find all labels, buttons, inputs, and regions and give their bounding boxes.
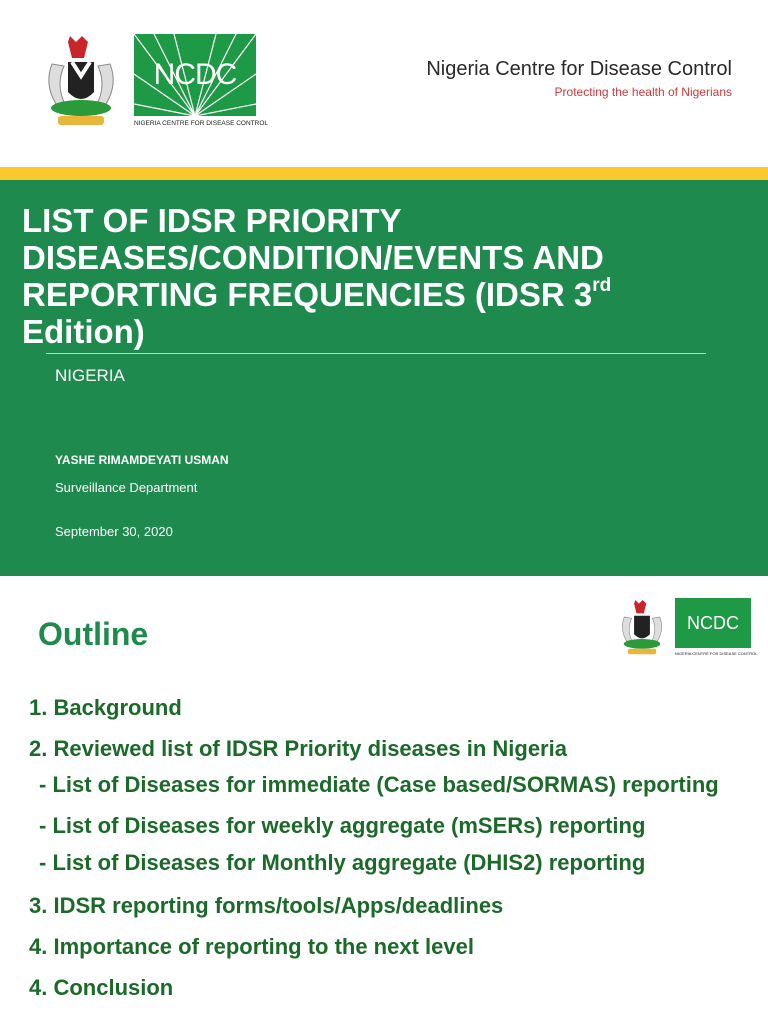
org-tagline: Protecting the health of Nigerians bbox=[554, 85, 732, 99]
org-header: Nigeria Centre for Disease Control Prote… bbox=[426, 58, 732, 99]
list-item: 1. Background bbox=[29, 695, 182, 720]
list-item: 4. Conclusion bbox=[29, 975, 174, 1000]
country: NIGERIA bbox=[55, 366, 125, 385]
outline-title: Outline bbox=[38, 616, 149, 652]
ncdc-logo: NCDC NIGERIA CENTRE FOR DISEASE CONTROL bbox=[134, 34, 268, 130]
list-item: 3. IDSR reporting forms/tools/Apps/deadl… bbox=[29, 893, 504, 918]
list-item: - List of Diseases for Monthly aggregate… bbox=[39, 850, 646, 875]
header-logos: NCDC NIGERIA CENTRE FOR DISEASE CONTROL bbox=[40, 34, 268, 130]
logo-subtext: NIGERIA CENTRE FOR DISEASE CONTROL bbox=[134, 120, 268, 127]
outline-list: 1. Background 2. Reviewed list of IDSR P… bbox=[29, 694, 729, 1015]
date: September 30, 2020 bbox=[55, 524, 173, 539]
list-item: 4. Importance of reporting to the next l… bbox=[29, 934, 474, 959]
coat-of-arms-icon bbox=[48, 36, 114, 125]
author: YASHE RIMAMDEYATI USMAN bbox=[55, 453, 229, 467]
title-slide: NCDC NIGERIA CENTRE FOR DISEASE CONTROL … bbox=[0, 0, 768, 576]
title-band: LIST OF IDSR PRIORITY DISEASES/CONDITION… bbox=[0, 180, 768, 576]
department: Surveillance Department bbox=[55, 480, 198, 495]
outline-slide: Outline NCDC NIGERIA CENTRE FOR DISEASE … bbox=[0, 576, 768, 1024]
outline-logos: NCDC NIGERIA CENTRE FOR DISEASE CONTROL bbox=[617, 598, 757, 658]
yellow-stripe bbox=[0, 167, 768, 180]
list-item: - List of Diseases for weekly aggregate … bbox=[39, 813, 646, 838]
title-divider bbox=[46, 353, 706, 354]
ncdc-logo: NCDC NIGERIA CENTRE FOR DISEASE CONTROL bbox=[675, 598, 757, 658]
coat-of-arms-icon bbox=[622, 599, 662, 655]
list-item: - List of Diseases for immediate (Case b… bbox=[39, 772, 719, 797]
org-name: Nigeria Centre for Disease Control bbox=[426, 58, 732, 80]
presentation-title: LIST OF IDSR PRIORITY DISEASES/CONDITION… bbox=[22, 202, 612, 350]
logo-text: NCDC bbox=[153, 58, 238, 91]
list-item: 2. Reviewed list of IDSR Priority diseas… bbox=[29, 736, 567, 761]
